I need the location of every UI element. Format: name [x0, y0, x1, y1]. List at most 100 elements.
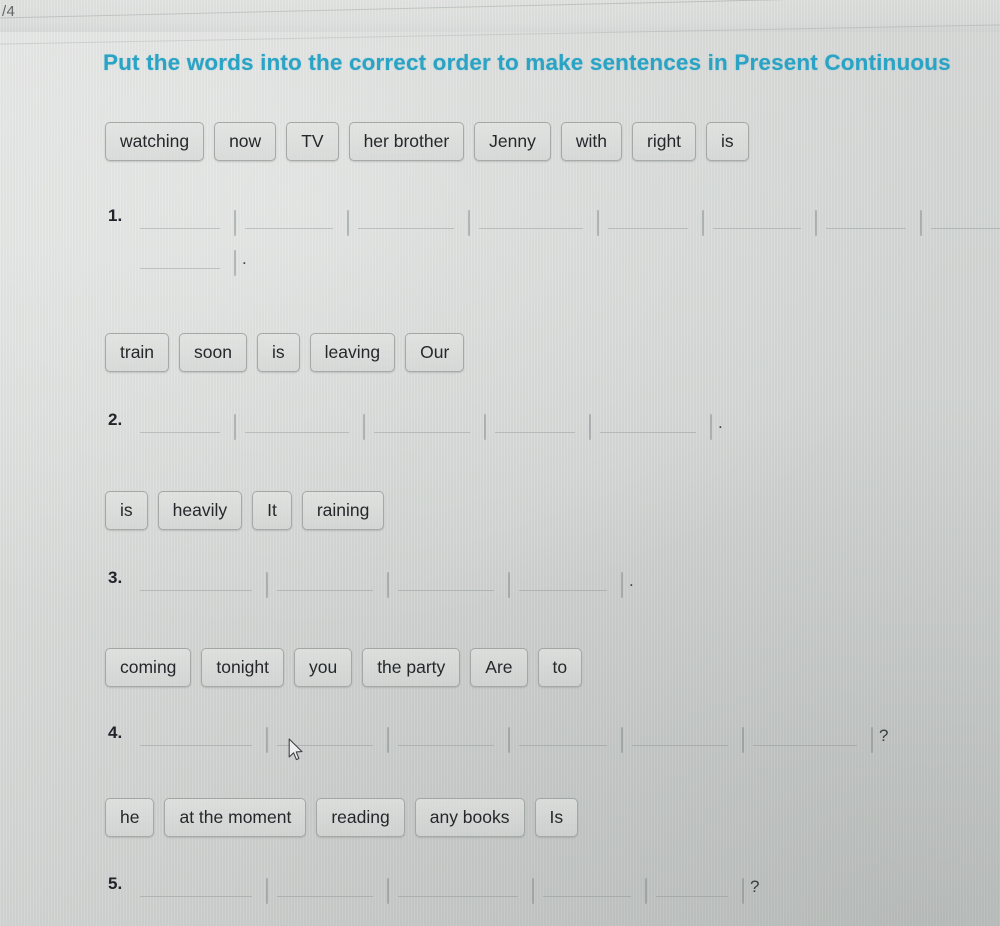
slot-divider — [383, 727, 392, 753]
word-chip[interactable]: watching — [105, 122, 205, 161]
answer-slot[interactable] — [134, 242, 230, 276]
slot-underline — [519, 590, 607, 591]
slot-divider — [738, 878, 747, 904]
slot-underline — [398, 896, 518, 897]
answer-slot[interactable] — [134, 719, 262, 753]
word-chip[interactable]: with — [560, 122, 622, 161]
sentence-terminator: ? — [750, 877, 760, 896]
word-chip[interactable]: Our — [405, 333, 465, 372]
slot-underline — [543, 896, 631, 897]
answer-slot[interactable] — [820, 202, 916, 236]
slot-divider — [504, 727, 513, 753]
slot-underline — [140, 268, 220, 269]
word-chip[interactable]: is — [105, 491, 148, 530]
word-chip[interactable]: train — [105, 333, 170, 372]
slot-underline — [519, 745, 607, 746]
word-chip[interactable]: at the moment — [164, 798, 307, 837]
answer-slot[interactable] — [747, 719, 867, 753]
slot-divider — [262, 878, 271, 904]
answer-slot[interactable] — [707, 202, 811, 236]
slot-underline — [600, 432, 696, 433]
slot-divider — [480, 414, 489, 440]
slot-underline — [398, 590, 494, 591]
word-chip[interactable]: soon — [179, 333, 247, 372]
slot-underline — [931, 228, 1000, 229]
word-chip[interactable]: leaving — [309, 333, 396, 372]
word-chip[interactable]: you — [293, 648, 353, 687]
word-chip[interactable]: her brother — [348, 122, 465, 161]
answer-slot[interactable] — [650, 870, 738, 904]
word-bank-row: watching now TV her brother Jenny with right is — [105, 122, 749, 161]
word-chip[interactable]: is — [706, 122, 749, 161]
answer-slot[interactable] — [239, 406, 359, 440]
sentence-terminator: ? — [879, 726, 889, 745]
slot-divider — [359, 414, 368, 440]
slot-divider — [464, 210, 473, 236]
word-chip[interactable]: Is — [534, 798, 579, 837]
answer-slot[interactable] — [134, 564, 262, 598]
slot-underline — [479, 228, 583, 229]
answer-slot[interactable] — [352, 202, 464, 236]
answer-slot[interactable] — [134, 406, 230, 440]
answer-slot[interactable] — [392, 870, 528, 904]
answer-slot[interactable] — [271, 564, 383, 598]
word-chip[interactable]: Are — [470, 648, 528, 687]
slot-underline — [358, 228, 454, 229]
answer-slot[interactable] — [537, 870, 641, 904]
word-chip[interactable]: Jenny — [474, 122, 551, 161]
slot-underline — [713, 228, 801, 229]
answer-slot[interactable] — [626, 719, 738, 753]
word-chip[interactable]: he — [105, 798, 155, 837]
answer-slot[interactable] — [513, 719, 617, 753]
answer-slot[interactable] — [925, 202, 1000, 236]
sentence-terminator: . — [629, 571, 634, 590]
slot-divider — [230, 250, 239, 276]
page-fragment-label: /4 — [2, 3, 16, 20]
answer-slot[interactable] — [239, 202, 343, 236]
word-chip[interactable]: heavily — [157, 491, 243, 530]
word-chip[interactable]: now — [214, 122, 277, 161]
answer-slot[interactable] — [473, 202, 593, 236]
slot-underline — [140, 432, 220, 433]
slot-divider — [706, 414, 715, 440]
word-chip[interactable]: coming — [105, 648, 192, 687]
answer-slot[interactable] — [513, 564, 617, 598]
answer-slot[interactable] — [271, 870, 383, 904]
arrow-cursor-icon — [288, 738, 303, 761]
answer-slot[interactable] — [602, 202, 698, 236]
slot-underline — [495, 432, 575, 433]
question-number: 2. — [108, 410, 123, 429]
answer-line: 4.? — [108, 713, 888, 753]
slot-divider — [867, 727, 876, 753]
slot-divider — [916, 210, 925, 236]
word-chip[interactable]: is — [257, 333, 300, 372]
answer-slot[interactable] — [134, 202, 230, 236]
slot-divider — [593, 210, 602, 236]
page-title: Put the words into the correct order to … — [103, 50, 951, 75]
word-chip[interactable]: reading — [316, 798, 405, 837]
answer-line: 1. — [108, 196, 1000, 236]
slot-underline — [245, 432, 349, 433]
word-bank-row: is heavily It raining — [105, 491, 385, 530]
slot-divider — [343, 210, 352, 236]
answer-slot[interactable] — [368, 406, 480, 440]
word-chip[interactable]: tonight — [201, 648, 284, 687]
word-chip[interactable]: right — [632, 122, 697, 161]
answer-slot[interactable] — [594, 406, 706, 440]
answer-slot[interactable] — [489, 406, 585, 440]
answer-line: 5.? — [108, 864, 759, 904]
slot-divider — [738, 727, 747, 753]
word-chip[interactable]: raining — [301, 491, 385, 530]
word-chip[interactable]: the party — [362, 648, 461, 687]
answer-block: 3.. — [108, 558, 634, 598]
answer-line: 3.. — [108, 558, 634, 598]
answer-slot[interactable] — [134, 870, 262, 904]
answer-slot[interactable] — [392, 564, 504, 598]
word-chip[interactable]: It — [252, 491, 292, 530]
slot-underline — [277, 590, 373, 591]
word-chip[interactable]: any books — [414, 798, 525, 837]
word-chip[interactable]: TV — [286, 122, 339, 161]
answer-slot[interactable] — [392, 719, 504, 753]
slot-divider — [528, 878, 537, 904]
word-chip[interactable]: to — [537, 648, 583, 687]
